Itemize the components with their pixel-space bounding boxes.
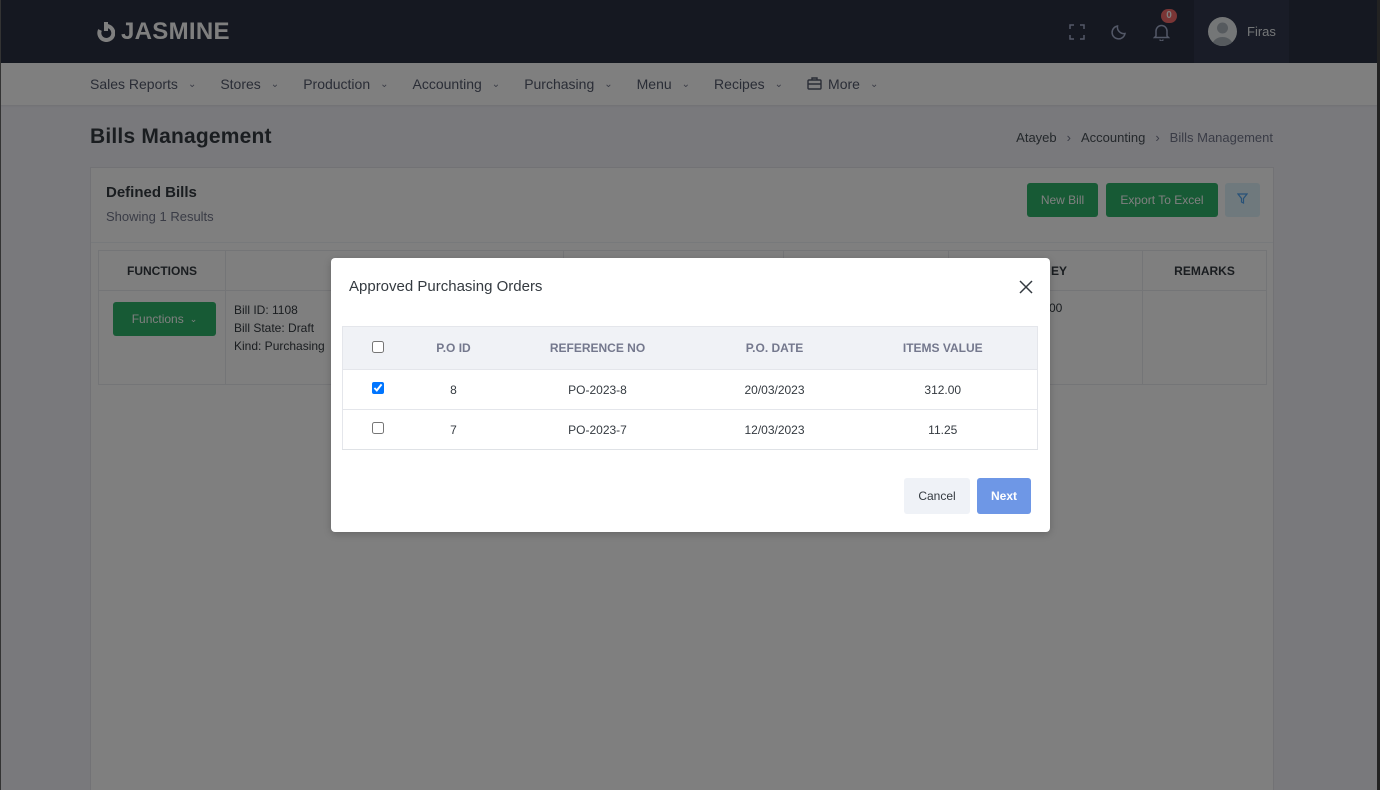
po-date: 20/03/2023 <box>700 369 849 410</box>
table-row[interactable]: 7 PO-2023-7 12/03/2023 11.25 <box>342 409 1038 450</box>
row-checkbox[interactable] <box>371 422 384 434</box>
reference-no: PO-2023-8 <box>494 369 701 410</box>
po-table: P.O ID REFERENCE NO P.O. DATE ITEMS VALU… <box>342 326 1038 450</box>
row-checkbox[interactable] <box>371 382 384 394</box>
select-all-checkbox[interactable] <box>371 340 384 353</box>
row-select-cell <box>342 369 413 410</box>
reference-no: PO-2023-7 <box>494 409 701 450</box>
select-all-cell <box>342 326 413 370</box>
close-icon[interactable] <box>1018 279 1034 295</box>
po-date: 12/03/2023 <box>700 409 849 450</box>
po-table-header: P.O ID REFERENCE NO P.O. DATE ITEMS VALU… <box>342 326 1038 370</box>
items-value: 11.25 <box>848 409 1038 450</box>
next-button[interactable]: Next <box>977 478 1031 514</box>
approved-po-modal: Approved Purchasing Orders P.O ID REFERE… <box>331 258 1050 532</box>
po-id: 7 <box>412 409 495 450</box>
column-header-reference-no: REFERENCE NO <box>494 326 701 370</box>
cancel-button[interactable]: Cancel <box>904 478 970 514</box>
items-value: 312.00 <box>848 369 1038 410</box>
row-select-cell <box>342 409 413 450</box>
table-row[interactable]: 8 PO-2023-8 20/03/2023 312.00 <box>342 369 1038 410</box>
column-header-items-value: ITEMS VALUE <box>848 326 1038 370</box>
po-id: 8 <box>412 369 495 410</box>
column-header-po-id: P.O ID <box>412 326 495 370</box>
column-header-po-date: P.O. DATE <box>700 326 849 370</box>
modal-title: Approved Purchasing Orders <box>349 278 543 295</box>
